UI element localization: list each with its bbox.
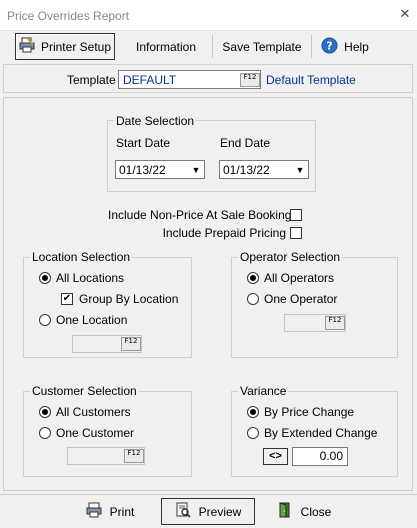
date-selection-title: Date Selection xyxy=(114,114,197,128)
toolbar-separator xyxy=(311,35,312,58)
operator-selection-title: Operator Selection xyxy=(238,250,343,264)
location-selection-title: Location Selection xyxy=(30,250,133,264)
window-title: Price Overrides Report xyxy=(7,9,130,23)
print-icon xyxy=(86,502,102,521)
chevron-down-icon[interactable]: ▼ xyxy=(188,161,204,178)
help-label: Help xyxy=(344,39,369,54)
save-template-label: Save Template xyxy=(222,39,302,54)
start-date-label: Start Date xyxy=(116,136,171,150)
customer-selection-title: Customer Selection xyxy=(30,384,139,398)
close-button[interactable]: Close xyxy=(260,499,348,524)
operator-lookup-icon[interactable]: F12 xyxy=(325,316,345,330)
print-button[interactable]: Print xyxy=(64,499,156,524)
one-location-label: One Location xyxy=(56,313,128,327)
end-date-picker[interactable]: 01/13/22 ▼ xyxy=(219,160,309,179)
operator-input[interactable]: F12 xyxy=(284,314,346,332)
preview-icon xyxy=(175,502,191,521)
location-lookup-icon[interactable]: F12 xyxy=(121,337,141,351)
end-date-value: 01/13/22 xyxy=(223,162,270,177)
information-label: Information xyxy=(135,39,197,54)
variance-title: Variance xyxy=(238,384,289,398)
all-customers-label: All Customers xyxy=(56,405,131,419)
customer-lookup-icon[interactable]: F12 xyxy=(124,449,144,463)
save-template-button[interactable]: Save Template xyxy=(214,33,310,60)
one-customer-label: One Customer xyxy=(56,426,135,440)
template-lookup-icon[interactable]: F12 xyxy=(240,73,260,87)
template-label: Template xyxy=(67,73,116,87)
by-price-change-label: By Price Change xyxy=(264,405,355,419)
printer-setup-label: Printer Setup xyxy=(40,39,112,54)
all-locations-radio[interactable] xyxy=(39,272,51,284)
preview-button[interactable]: Preview xyxy=(161,498,255,525)
include-prepaid-label: Include Prepaid Pricing xyxy=(162,226,286,240)
template-value: DEFAULT xyxy=(123,73,177,87)
include-non-price-label: Include Non-Price At Sale Bookings xyxy=(108,208,298,222)
help-button[interactable]: ? Help xyxy=(314,33,376,60)
all-operators-label: All Operators xyxy=(264,271,335,285)
help-icon: ? xyxy=(321,37,338,57)
toolbar-separator xyxy=(212,35,213,58)
all-locations-label: All Locations xyxy=(56,271,125,285)
by-extended-change-radio[interactable] xyxy=(247,427,259,439)
print-label: Print xyxy=(109,504,135,519)
template-input[interactable]: DEFAULT F12 xyxy=(118,70,261,89)
chevron-down-icon[interactable]: ▼ xyxy=(292,161,308,178)
by-extended-change-label: By Extended Change xyxy=(264,426,378,440)
information-button[interactable]: Information xyxy=(122,33,210,60)
close-door-icon xyxy=(277,502,293,521)
end-date-label: End Date xyxy=(220,136,271,150)
include-prepaid-checkbox[interactable] xyxy=(290,227,302,239)
printer-setup-button[interactable]: Printer Setup xyxy=(15,33,115,60)
one-customer-radio[interactable] xyxy=(39,427,51,439)
one-location-radio[interactable] xyxy=(39,314,51,326)
window-close-button[interactable]: ✕ xyxy=(397,6,413,22)
group-by-location-label: Group By Location xyxy=(79,292,179,306)
svg-text:?: ? xyxy=(326,39,332,52)
variance-value-input[interactable]: 0.00 xyxy=(292,447,348,466)
group-by-location-checkbox[interactable]: ✔ xyxy=(61,293,73,305)
one-operator-label: One Operator xyxy=(264,292,338,306)
preview-label: Preview xyxy=(198,504,242,519)
printer-setup-icon xyxy=(19,37,35,56)
close-label: Close xyxy=(300,504,332,519)
date-selection-group xyxy=(107,120,316,192)
by-price-change-radio[interactable] xyxy=(247,406,259,418)
customer-input[interactable]: F12 xyxy=(67,447,145,465)
variance-toggle-button[interactable]: <> xyxy=(263,448,288,465)
all-operators-radio[interactable] xyxy=(247,272,259,284)
location-input[interactable]: F12 xyxy=(72,335,142,353)
start-date-value: 01/13/22 xyxy=(119,162,166,177)
all-customers-radio[interactable] xyxy=(39,406,51,418)
one-operator-radio[interactable] xyxy=(247,293,259,305)
include-non-price-checkbox[interactable] xyxy=(290,209,302,221)
start-date-picker[interactable]: 01/13/22 ▼ xyxy=(115,160,205,179)
template-description: Default Template xyxy=(266,73,356,87)
